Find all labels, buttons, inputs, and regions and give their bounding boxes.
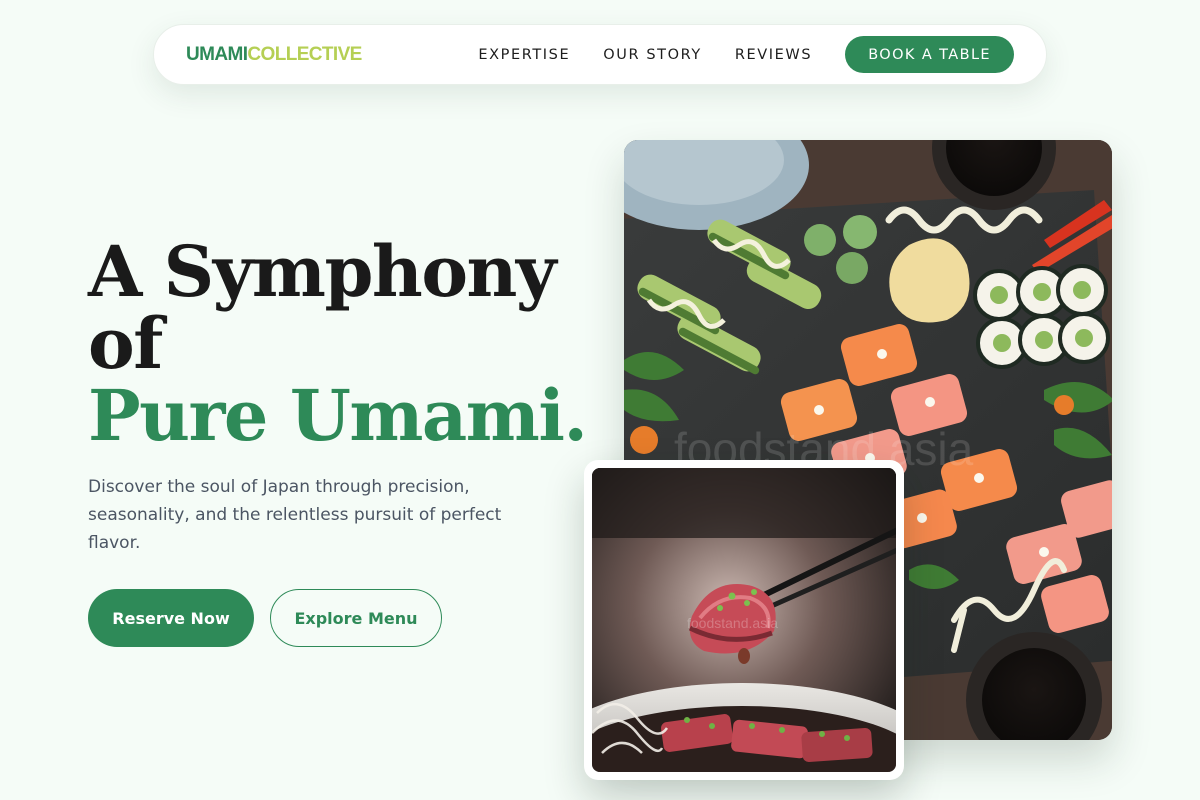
nav-link-expertise[interactable]: EXPERTISE xyxy=(478,47,570,63)
nav-link-reviews[interactable]: REVIEWS xyxy=(735,47,812,63)
seared-tuna-image: foodstand.asia xyxy=(592,468,896,772)
svg-text:foodstand.asia: foodstand.asia xyxy=(687,615,778,631)
top-nav: UMAMI COLLECTIVE EXPERTISE OUR STORY REVI… xyxy=(153,24,1047,85)
nav-links: EXPERTISE OUR STORY REVIEWS BOOK A TABLE xyxy=(478,36,1014,73)
seared-tuna-image-frame: foodstand.asia xyxy=(584,460,904,780)
reserve-now-button[interactable]: Reserve Now xyxy=(88,589,254,647)
hero-headline: A Symphony of Pure Umami. xyxy=(88,230,588,457)
hero-headline-accent: Pure Umami. xyxy=(88,374,588,457)
book-a-table-button[interactable]: BOOK A TABLE xyxy=(845,36,1014,73)
hero-lead: Discover the soul of Japan through preci… xyxy=(88,477,502,553)
nav-link-our-story[interactable]: OUR STORY xyxy=(603,47,702,63)
brand-logo-part2: COLLECTIVE xyxy=(247,43,362,65)
brand-logo-part1: UMAMI xyxy=(186,43,248,65)
hero-headline-line2: of xyxy=(88,302,163,385)
hero-headline-line1: A Symphony xyxy=(88,230,557,313)
brand-logo[interactable]: UMAMI COLLECTIVE xyxy=(186,44,362,66)
explore-menu-button[interactable]: Explore Menu xyxy=(270,589,442,647)
